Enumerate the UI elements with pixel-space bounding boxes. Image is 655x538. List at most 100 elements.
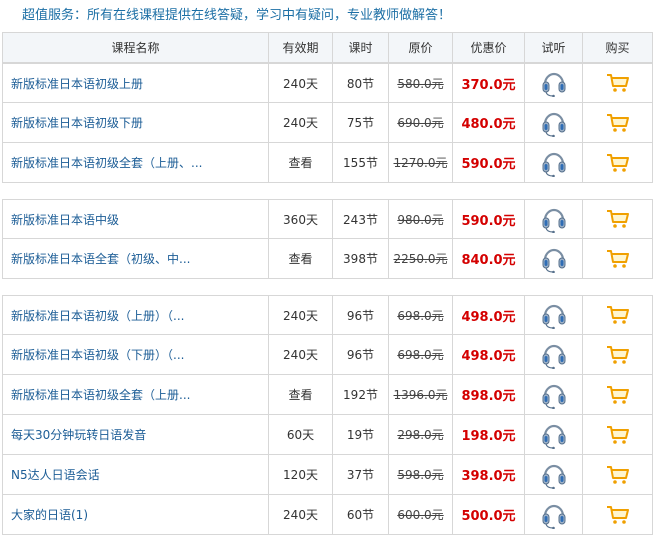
course-title-link[interactable]: 每天30分钟玩转日语发音 <box>11 426 146 443</box>
course-duration: 240天 <box>283 348 318 362</box>
cart-icon[interactable] <box>606 305 630 325</box>
course-hours: 96节 <box>346 308 375 323</box>
course-duration[interactable]: 查看 <box>288 250 312 267</box>
original-price: 690.0元 <box>397 116 444 130</box>
course-duration[interactable]: 查看 <box>288 386 312 403</box>
cart-icon[interactable] <box>606 113 630 133</box>
cart-icon[interactable] <box>606 249 630 269</box>
discount-price: 500.0元 <box>461 509 516 524</box>
headphone-icon[interactable] <box>541 69 567 97</box>
course-title-link[interactable]: 新版标准日本语初级（下册）（... <box>11 346 184 363</box>
course-duration: 240天 <box>283 116 318 130</box>
table-row: 新版标准日本语中级 360天 243节 980.0元 590.0元 <box>2 199 653 239</box>
header-buy: 购买 <box>605 41 630 55</box>
headphone-icon[interactable] <box>541 341 567 369</box>
discount-price: 498.0元 <box>461 309 516 325</box>
course-hours: 80节 <box>346 76 375 91</box>
course-title-link[interactable]: 新版标准日本语中级 <box>11 211 119 228</box>
course-duration: 240天 <box>283 308 318 323</box>
discount-price: 398.0元 <box>461 469 516 484</box>
course-title-link[interactable]: 新版标准日本语全套（初级、中... <box>11 250 190 267</box>
headphone-icon[interactable] <box>541 461 567 489</box>
headphone-icon[interactable] <box>541 245 567 273</box>
header-trial: 试听 <box>525 33 583 62</box>
course-title-link[interactable]: 新版标准日本语初级上册 <box>11 75 143 92</box>
header-course-name: 课程名称 <box>3 33 269 62</box>
original-price: 698.0元 <box>397 308 444 323</box>
cart-icon[interactable] <box>606 345 630 365</box>
discount-price: 480.0元 <box>461 117 516 132</box>
cart-icon[interactable] <box>606 425 630 445</box>
course-hours: 96节 <box>346 348 375 362</box>
course-title-link[interactable]: 新版标准日本语初级（上册）（... <box>11 307 184 324</box>
course-hours: 192节 <box>343 388 378 402</box>
service-banner: 超值服务：所有在线课程提供在线答疑，学习中有疑问，专业教师做解答！ <box>0 0 655 32</box>
original-price: 600.0元 <box>397 508 444 522</box>
discount-price: 840.0元 <box>461 253 516 268</box>
discount-price: 198.0元 <box>461 429 516 444</box>
cart-icon[interactable] <box>606 505 630 525</box>
table-row: 新版标准日本语初级全套（上册... 查看 192节 1396.0元 898.0元 <box>2 375 653 415</box>
course-duration: 60天 <box>286 428 315 442</box>
headphone-icon[interactable] <box>541 109 567 137</box>
course-hours: 37节 <box>346 468 375 482</box>
original-price: 598.0元 <box>397 468 444 482</box>
discount-price: 370.0元 <box>461 77 516 93</box>
course-title-link[interactable]: N5达人日语会话 <box>11 466 100 483</box>
table-row: 新版标准日本语初级（上册）（... 240天 96节 698.0元 498.0元 <box>2 295 653 335</box>
group-separator <box>2 183 653 199</box>
headphone-icon[interactable] <box>541 501 567 529</box>
original-price: 1396.0元 <box>393 388 448 402</box>
cart-icon[interactable] <box>606 209 630 229</box>
course-hours: 19节 <box>346 428 375 442</box>
table-row: 新版标准日本语初级（下册）（... 240天 96节 698.0元 498.0元 <box>2 335 653 375</box>
original-price: 580.0元 <box>397 76 444 91</box>
course-hours: 60节 <box>346 508 375 522</box>
cart-icon[interactable] <box>606 465 630 485</box>
table-row: 每天30分钟玩转日语发音 60天 19节 298.0元 198.0元 <box>2 415 653 455</box>
table-row: 新版标准日本语全套（初级、中... 查看 398节 2250.0元 840.0元 <box>2 239 653 279</box>
discount-price: 590.0元 <box>461 213 516 229</box>
course-title-link[interactable]: 新版标准日本语初级下册 <box>11 114 143 131</box>
course-duration[interactable]: 查看 <box>288 154 312 171</box>
course-hours: 155节 <box>343 156 378 170</box>
course-duration: 360天 <box>283 212 318 227</box>
table-row: 新版标准日本语初级上册 240天 80节 580.0元 370.0元 <box>2 63 653 103</box>
original-price: 1270.0元 <box>393 156 448 170</box>
course-hours: 243节 <box>343 212 378 227</box>
course-title-link[interactable]: 大家的日语(1) <box>11 506 88 523</box>
original-price: 2250.0元 <box>393 252 448 266</box>
course-title-link[interactable]: 新版标准日本语初级全套（上册... <box>11 386 190 403</box>
course-duration: 120天 <box>283 468 318 482</box>
original-price: 298.0元 <box>397 428 444 442</box>
course-duration: 240天 <box>283 508 318 522</box>
course-hours: 75节 <box>346 116 375 130</box>
header-duration: 有效期 <box>269 33 333 62</box>
headphone-icon[interactable] <box>541 421 567 449</box>
table-row: 新版标准日本语初级下册 240天 75节 690.0元 480.0元 <box>2 103 653 143</box>
headphone-icon[interactable] <box>541 301 567 329</box>
discount-price: 898.0元 <box>461 389 516 404</box>
course-title-link[interactable]: 新版标准日本语初级全套（上册、... <box>11 154 202 171</box>
original-price: 698.0元 <box>397 348 444 362</box>
course-duration: 240天 <box>283 76 318 91</box>
cart-icon[interactable] <box>606 385 630 405</box>
table-header: 课程名称 有效期 课时 原价 优惠价 试听 购买 <box>2 32 653 63</box>
cart-icon[interactable] <box>606 153 630 173</box>
header-hours: 课时 <box>333 33 389 62</box>
table-row: 大家的日语(1) 240天 60节 600.0元 500.0元 <box>2 495 653 535</box>
header-original-price: 原价 <box>389 33 453 62</box>
course-table: 课程名称 有效期 课时 原价 优惠价 试听 购买 新版标准日本语初级上册 240天… <box>2 32 653 537</box>
table-row: 新版标准日本语初级全套（上册、... 查看 155节 1270.0元 590.0元 <box>2 143 653 183</box>
header-discount-price: 优惠价 <box>453 33 525 62</box>
discount-price: 590.0元 <box>461 157 516 172</box>
group-separator <box>2 279 653 295</box>
original-price: 980.0元 <box>397 212 444 227</box>
headphone-icon[interactable] <box>541 149 567 177</box>
table-row: N5达人日语会话 120天 37节 598.0元 398.0元 <box>2 455 653 495</box>
headphone-icon[interactable] <box>541 205 567 233</box>
discount-price: 498.0元 <box>461 349 516 364</box>
headphone-icon[interactable] <box>541 381 567 409</box>
cart-icon[interactable] <box>606 73 630 93</box>
course-hours: 398节 <box>343 252 378 266</box>
